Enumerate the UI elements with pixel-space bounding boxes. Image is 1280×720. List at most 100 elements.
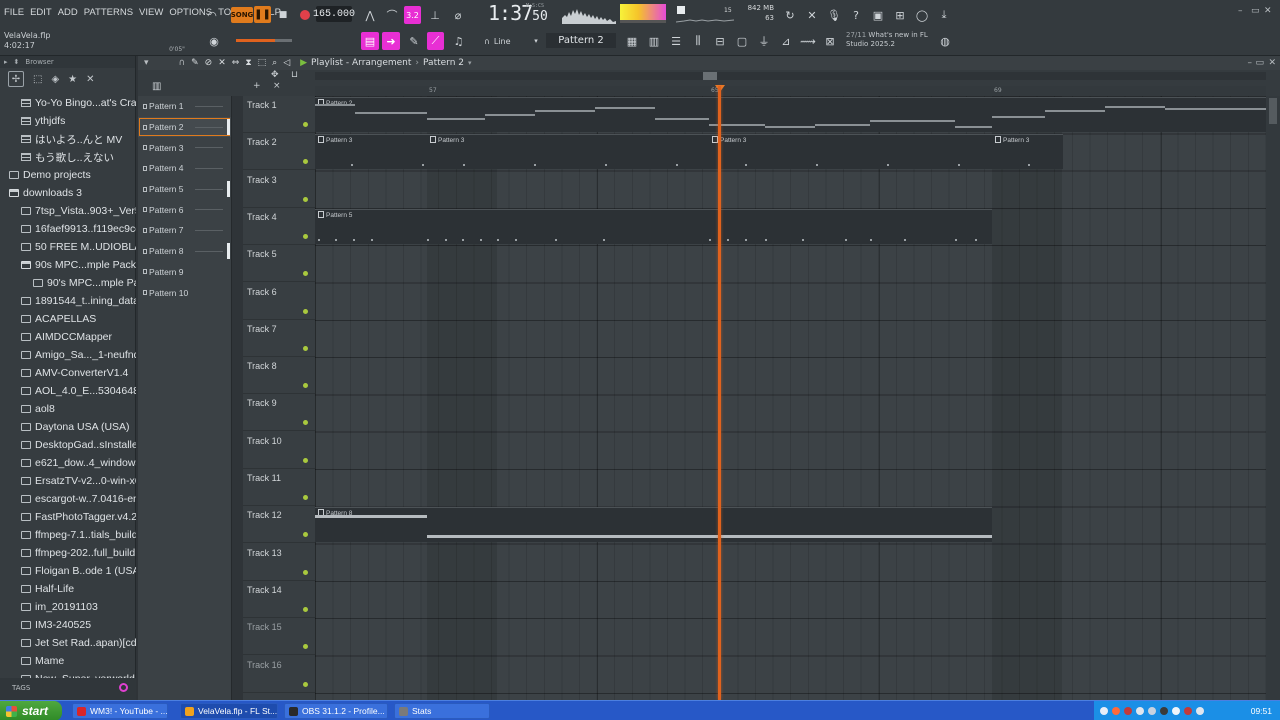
scroll-thumb[interactable]	[703, 72, 717, 80]
pattern-clip[interactable]: Pattern 5	[315, 208, 992, 244]
browser-item[interactable]: Yo-Yo Bingo...at's Cradle	[0, 94, 136, 112]
pattern-clip[interactable]: Pattern 3	[992, 134, 1063, 170]
track-header[interactable]: Track 14	[243, 581, 315, 618]
song-position[interactable]: 1:3750 M:S:CS	[488, 1, 548, 25]
restore-icon[interactable]: ▭	[1251, 6, 1260, 16]
track-header[interactable]: Track 2	[243, 133, 315, 171]
browser-item[interactable]: 7tsp_Vista..903+_Ver5	[0, 202, 136, 220]
browser-item[interactable]: ffmpeg-7.1..tials_build	[0, 526, 136, 544]
pattern-clip[interactable]: Pattern 3	[427, 134, 709, 170]
minimize-icon[interactable]: –	[1248, 58, 1253, 68]
tempo-display[interactable]: 165.000	[313, 6, 355, 22]
pattern-clip[interactable]: Pattern 8	[315, 507, 992, 543]
remove-track-icon[interactable]: ×	[273, 81, 281, 91]
pin-icon[interactable]: ⬍	[14, 58, 20, 66]
browser-item[interactable]: Mame	[0, 652, 136, 670]
menu-edit[interactable]: EDIT	[30, 7, 52, 18]
browser-item[interactable]: Demo projects	[0, 166, 136, 184]
browser-item[interactable]: downloads 3	[0, 184, 136, 202]
track-header[interactable]: Track 7	[243, 320, 315, 357]
track-mute-led[interactable]	[303, 271, 308, 277]
slip-icon[interactable]: ⇔	[232, 58, 240, 68]
track-mute-led[interactable]	[303, 233, 308, 239]
browser-item[interactable]: Floigan B..ode 1 (USA)	[0, 562, 136, 580]
taskbar-task[interactable]: VelaVela.flp - FL St...	[180, 703, 278, 719]
track-mute-led[interactable]	[303, 569, 308, 575]
pattern-clip[interactable]: Pattern 2	[315, 97, 1266, 132]
track-header[interactable]: Track 15	[243, 618, 315, 656]
move-icon[interactable]: ✥	[271, 70, 279, 80]
track-mute-led[interactable]	[303, 457, 308, 463]
track-header[interactable]: Track 6	[243, 283, 315, 320]
track-header[interactable]: Track 13	[243, 544, 315, 581]
tray-bluetooth-icon[interactable]	[1172, 707, 1180, 715]
track-header[interactable]: Track 5	[243, 245, 315, 283]
track-header[interactable]: Track 3	[243, 171, 315, 208]
tray-shield-icon[interactable]	[1136, 707, 1144, 715]
mixer-icon[interactable]: ⊞	[892, 6, 908, 24]
taskbar-task[interactable]: Stats	[394, 703, 490, 719]
browser-item[interactable]: ACAPELLAS	[0, 310, 136, 328]
menu-add[interactable]: ADD	[58, 7, 78, 18]
tray-app-icon[interactable]	[1112, 707, 1120, 715]
chevron-down-icon[interactable]: ▾	[531, 32, 541, 50]
pattern-item[interactable]: Pattern 7	[138, 220, 231, 241]
track-mute-led[interactable]	[303, 196, 308, 202]
track-header[interactable]: Track 11	[243, 469, 315, 506]
browser-item[interactable]: im_20191103	[0, 598, 136, 616]
browser-item[interactable]: ErsatzTV-v2...0-win-x64	[0, 472, 136, 490]
browser-item[interactable]: FastPhotoTagger.v4.2	[0, 508, 136, 526]
delete-icon[interactable]: ✕	[218, 58, 226, 68]
tray-display-icon[interactable]	[1160, 707, 1168, 715]
search-icon[interactable]	[119, 683, 128, 692]
step-edit-icon[interactable]: ⌒	[384, 6, 400, 24]
account-icon[interactable]: ◍	[937, 32, 953, 50]
browser-item[interactable]: IM3-240525	[0, 616, 136, 634]
restore-icon[interactable]: ▭	[1255, 58, 1264, 68]
plugin-icon[interactable]: ▢	[734, 32, 750, 50]
draw-icon[interactable]: ✎	[191, 58, 199, 68]
paint-icon[interactable]: ⊘	[205, 58, 213, 68]
pitch-knob-icon[interactable]: ◉	[205, 32, 223, 50]
shop-icon[interactable]: ⊠	[822, 32, 838, 50]
track-header[interactable]: Track 12	[243, 506, 315, 544]
browser-item[interactable]: もう歌し..えない	[0, 148, 136, 166]
paint-tool-icon[interactable]: ⟋	[427, 32, 444, 50]
track-mute-led[interactable]	[303, 495, 308, 500]
chevron-down-icon[interactable]: ▾	[468, 59, 472, 67]
pause-button[interactable]: ❚❚	[254, 6, 271, 23]
track-mute-led[interactable]	[303, 644, 308, 650]
pattern-item[interactable]: Pattern 9	[138, 262, 231, 283]
track-mute-led[interactable]	[303, 420, 308, 426]
song-mode-button[interactable]: SONG	[231, 7, 253, 23]
refresh-icon[interactable]: ↻	[782, 6, 798, 24]
track-mute-led[interactable]	[303, 122, 308, 127]
tray-usb-icon[interactable]	[1196, 707, 1204, 715]
news-panel[interactable]: 27/11 What's new in FL Studio 2025.2	[846, 31, 928, 49]
browser-item[interactable]: AIMDCCMapper	[0, 328, 136, 346]
favorites-icon[interactable]: ★	[68, 74, 77, 85]
picker-icon[interactable]: ▥	[152, 81, 161, 92]
browser-item[interactable]: AMV-ConverterV1.4	[0, 364, 136, 382]
menu-file[interactable]: FILE	[4, 7, 24, 18]
snap-arrow-icon[interactable]: ➜	[382, 32, 400, 50]
pattern-item[interactable]: Pattern 5	[138, 179, 231, 200]
piano-roll-icon[interactable]: ▥	[646, 32, 662, 50]
microphone-icon[interactable]: 🎙	[826, 6, 842, 24]
taskbar-task[interactable]: WM3! - YouTube - ...	[72, 703, 168, 719]
timeline-ruler[interactable]: 57 65 69	[315, 86, 1266, 96]
taskbar-task[interactable]: OBS 31.1.2 - Profile...	[284, 703, 388, 719]
scroll-thumb[interactable]	[1269, 98, 1277, 124]
browser-item[interactable]: aol8	[0, 400, 136, 418]
pattern-item[interactable]: Pattern 8	[138, 241, 231, 262]
stop-button[interactable]: ■	[276, 6, 290, 24]
slice-icon[interactable]: ⧗	[245, 58, 251, 68]
pattern-mode-button[interactable]: 3.2	[404, 6, 421, 24]
track-header[interactable]: Track 9	[243, 394, 315, 432]
track-header[interactable]: Track 10	[243, 432, 315, 469]
typing-keyboard-icon[interactable]: ⋀	[362, 6, 378, 24]
all-files-icon[interactable]: ✢	[8, 71, 24, 87]
browser-item[interactable]: 90s MPC...mple Pack	[0, 256, 136, 274]
menu-patterns[interactable]: PATTERNS	[84, 7, 133, 18]
add-track-icon[interactable]: +	[253, 81, 261, 91]
